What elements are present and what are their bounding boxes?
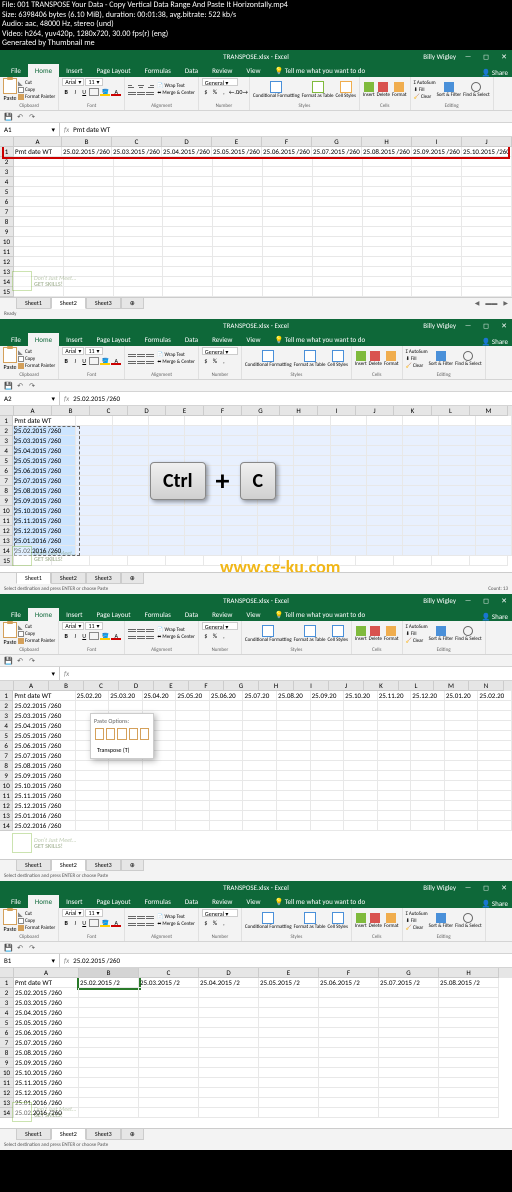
new-sheet-button[interactable]: ⊕ bbox=[121, 297, 144, 309]
format-as-table-button[interactable]: Format as Table bbox=[302, 81, 334, 99]
underline-button[interactable]: U bbox=[80, 88, 88, 96]
insert-cells-button[interactable]: Insert bbox=[363, 82, 375, 98]
quick-access-toolbar: 💾 ↶ ↷ bbox=[0, 111, 512, 123]
vidinfo-gen: Generated by Thumbnail me bbox=[2, 39, 510, 49]
increase-decimal-button[interactable]: ←.0 bbox=[229, 88, 237, 96]
fx-icon[interactable]: fx bbox=[64, 125, 69, 134]
tab-review[interactable]: Review bbox=[205, 64, 239, 77]
cut-icon bbox=[18, 80, 24, 86]
format-painter-button[interactable]: Format Painter bbox=[18, 94, 55, 100]
minimize-button[interactable]: — bbox=[462, 52, 474, 61]
window-title: TRANSPOSE.xlsx - Excel bbox=[223, 52, 289, 61]
grid-area-3[interactable]: Paste Options: Transpose (T) ABCDEFGHIJK… bbox=[0, 681, 512, 859]
grid-area-2[interactable]: Ctrl + C www.cg-ku.com ABCDEFGHIJKLM 1Pm… bbox=[0, 406, 512, 572]
bold-button[interactable]: B bbox=[62, 88, 70, 96]
cell-A1[interactable]: Pmt date WT bbox=[14, 147, 62, 157]
autosum-button[interactable]: Σ AutoSum bbox=[414, 80, 436, 86]
sheet-tab-3[interactable]: Sheet3 bbox=[86, 297, 121, 309]
tab-view[interactable]: View bbox=[239, 64, 267, 77]
save-icon[interactable]: 💾 bbox=[4, 112, 12, 120]
sheet-tab-2[interactable]: Sheet2 bbox=[51, 297, 86, 309]
ribbon: PasteCutCopyFormat PainterClipboard Aria… bbox=[0, 77, 512, 111]
status-count: Count: 13 bbox=[488, 586, 508, 592]
c-key: C bbox=[240, 462, 277, 500]
paste-formatting-icon[interactable] bbox=[140, 728, 149, 740]
currency-button[interactable]: $ bbox=[202, 88, 210, 96]
fill-button[interactable]: ⬇ Fill bbox=[414, 87, 436, 93]
title-bar: TRANSPOSE.xlsx - Excel Billy Wigley — ◻ … bbox=[0, 50, 512, 64]
redo-icon[interactable]: ↷ bbox=[28, 112, 36, 120]
font-size-select[interactable]: 11▾ bbox=[85, 78, 103, 86]
format-cells-button[interactable]: Format bbox=[392, 82, 407, 98]
menu-bar: File Home Insert Page Layout Formulas Da… bbox=[0, 64, 512, 77]
copy-icon bbox=[18, 87, 24, 93]
cut-button[interactable]: Cut bbox=[18, 80, 55, 86]
tab-home[interactable]: Home bbox=[28, 64, 59, 77]
comma-button[interactable]: , bbox=[220, 88, 228, 96]
sort-filter-button[interactable]: Sort & Filter bbox=[437, 82, 461, 98]
transpose-tooltip: Transpose (T) bbox=[93, 744, 151, 756]
keyboard-overlay: Ctrl + C bbox=[150, 462, 276, 500]
user-name: Billy Wigley bbox=[423, 52, 456, 61]
sheet-tabs: Sheet1 Sheet2 Sheet3 ⊕ ◀▬▬▶ bbox=[0, 297, 512, 309]
excel-window-4: TRANSPOSE.xlsx - ExcelBilly Wigley—◻✕ Fi… bbox=[0, 881, 512, 1150]
share-button[interactable]: 👤 Share bbox=[482, 68, 508, 77]
tell-me[interactable]: 💡 Tell me what you want to do bbox=[267, 64, 372, 77]
name-box[interactable]: A1▾ bbox=[0, 123, 60, 136]
decrease-decimal-button[interactable]: .0→ bbox=[238, 88, 246, 96]
formula-input[interactable]: Pmt date WT bbox=[73, 125, 512, 134]
border-button[interactable] bbox=[89, 88, 99, 96]
grid-area[interactable]: ABCDEFGHIJ 1Pmt date WT25.02.2015 /26025… bbox=[0, 137, 512, 297]
conditional-formatting-button[interactable]: Conditional Formatting bbox=[253, 81, 300, 99]
italic-button[interactable]: I bbox=[71, 88, 79, 96]
status-bar: Ready bbox=[0, 309, 512, 319]
cg-watermark: www.cg-ku.com bbox=[220, 556, 340, 572]
skills-watermark: Don't Just Meet...GET SKILLS! bbox=[12, 271, 77, 291]
clear-button[interactable]: 🧹 Clear bbox=[414, 94, 436, 100]
sheet-tab-1[interactable]: Sheet1 bbox=[16, 297, 51, 309]
excel-window-1: TRANSPOSE.xlsx - Excel Billy Wigley — ◻ … bbox=[0, 50, 512, 319]
number-format-select[interactable]: General ▾ bbox=[202, 78, 238, 86]
wrap-text-button[interactable]: 📄 Wrap Text bbox=[157, 83, 195, 89]
delete-cells-button[interactable]: Delete bbox=[377, 82, 390, 98]
tab-data[interactable]: Data bbox=[178, 64, 205, 77]
paste-option-icon[interactable] bbox=[95, 728, 104, 740]
font-name-select[interactable]: Arial▾ bbox=[62, 78, 84, 86]
plus-icon: + bbox=[216, 463, 230, 498]
fill-color-button[interactable]: 🪣 bbox=[100, 88, 110, 96]
close-button[interactable]: ✕ bbox=[498, 52, 510, 61]
cell-styles-button[interactable]: Cell Styles bbox=[336, 81, 356, 99]
tab-file[interactable]: File bbox=[4, 64, 28, 77]
percent-button[interactable]: % bbox=[211, 88, 219, 96]
tab-page-layout[interactable]: Page Layout bbox=[90, 64, 138, 77]
find-select-button[interactable]: Find & Select bbox=[463, 82, 490, 98]
alignment-buttons[interactable] bbox=[128, 83, 154, 96]
tab-insert[interactable]: Insert bbox=[59, 64, 89, 77]
grid-area-4[interactable]: ABCDEFGH 1Pmt date WT25.02.2015 /225.03.… bbox=[0, 968, 512, 1128]
undo-icon[interactable]: ↶ bbox=[16, 112, 24, 120]
formula-bar: A1▾ fx Pmt date WT bbox=[0, 123, 512, 137]
paste-options-popup: Paste Options: Transpose (T) bbox=[90, 713, 154, 759]
font-color-button[interactable]: A bbox=[111, 88, 121, 96]
excel-window-2: TRANSPOSE.xlsx - ExcelBilly Wigley—◻✕ Fi… bbox=[0, 319, 512, 594]
maximize-button[interactable]: ◻ bbox=[480, 52, 492, 61]
paste-values-icon[interactable] bbox=[106, 728, 115, 740]
paste-options-header: Paste Options: bbox=[93, 716, 151, 726]
paste-transpose-icon[interactable] bbox=[129, 728, 138, 740]
ctrl-key: Ctrl bbox=[150, 462, 206, 500]
video-info: File: 001 TRANSPOSE Your Data - Copy Ver… bbox=[0, 0, 512, 50]
tab-formulas[interactable]: Formulas bbox=[138, 64, 178, 77]
excel-window-3: TRANSPOSE.xlsx - ExcelBilly Wigley—◻✕ Fi… bbox=[0, 594, 512, 881]
paste-formulas-icon[interactable] bbox=[117, 728, 126, 740]
brush-icon bbox=[18, 94, 24, 100]
merge-center-button[interactable]: ⬌ Merge & Center bbox=[157, 90, 195, 96]
copy-button[interactable]: Copy bbox=[18, 87, 55, 93]
paste-button[interactable]: Paste bbox=[3, 78, 17, 102]
